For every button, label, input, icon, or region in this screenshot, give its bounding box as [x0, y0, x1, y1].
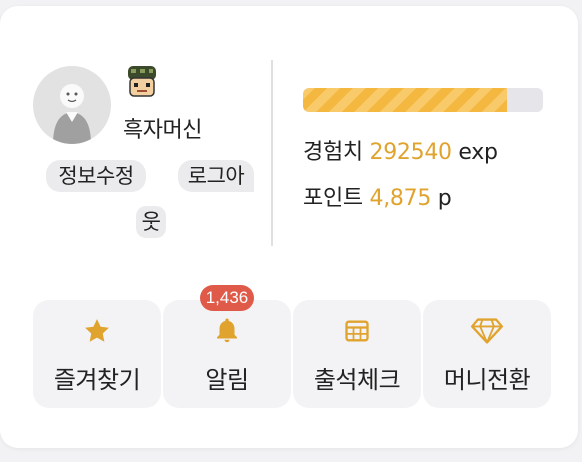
- exp-unit: exp: [458, 140, 498, 165]
- point-row: 포인트 4,875 p: [303, 180, 452, 212]
- exp-progress-fill: [303, 88, 507, 112]
- edit-profile-button[interactable]: 정보수정: [46, 160, 146, 192]
- alerts-label: 알림: [205, 366, 249, 394]
- favorites-label: 즐겨찾기: [53, 366, 141, 394]
- point-label: 포인트: [303, 186, 363, 211]
- nickname: 흑자머신: [123, 118, 202, 143]
- exp-value: 292540: [369, 140, 452, 165]
- bell-icon: [163, 316, 291, 346]
- attendance-label: 출석체크: [313, 366, 401, 394]
- money-exchange-label: 머니전환: [443, 366, 531, 394]
- calendar-icon: [293, 316, 421, 346]
- exp-row: 경험치 292540 exp: [303, 134, 498, 166]
- avatar: [33, 66, 111, 144]
- alerts-button[interactable]: 알림: [163, 300, 291, 408]
- alert-count-badge: 1,436: [200, 285, 254, 311]
- user-placeholder-icon: [53, 84, 91, 144]
- attendance-button[interactable]: 출석체크: [293, 300, 421, 408]
- divider: [271, 60, 273, 246]
- logout-button[interactable]: 로그아: [178, 160, 254, 192]
- level-soldier-icon: [122, 62, 162, 102]
- diamond-icon: [423, 316, 551, 346]
- favorites-button[interactable]: 즐겨찾기: [33, 300, 161, 408]
- exp-label: 경험치: [303, 140, 363, 165]
- logout-button-wrap[interactable]: 웃: [136, 206, 166, 238]
- point-unit: p: [437, 186, 452, 211]
- star-icon: [33, 316, 161, 346]
- exp-progress-bar: [303, 88, 543, 112]
- money-exchange-button[interactable]: 머니전환: [423, 300, 551, 408]
- point-value: 4,875: [369, 186, 432, 211]
